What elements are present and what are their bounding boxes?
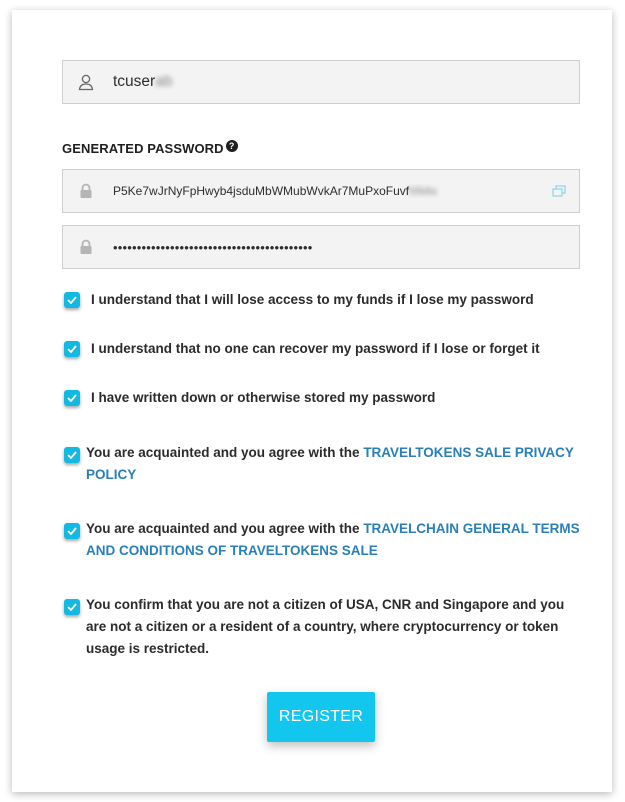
- username-masked: ab: [155, 73, 173, 90]
- checkbox-label: You are acquainted and you agree with th…: [86, 442, 582, 486]
- lock-icon: [63, 239, 109, 255]
- checkbox[interactable]: [64, 292, 80, 308]
- generated-password-field[interactable]: P5Ke7wJrNyFpHwyb4jsduMbWMubWvkAr7MuPxoFu…: [62, 169, 580, 213]
- checkbox-row-terms[interactable]: You are acquainted and you agree with th…: [64, 521, 582, 562]
- checkbox-label: I understand that I will lose access to …: [91, 292, 534, 307]
- registration-card: tcuserab GENERATED PASSWORD ? P5Ke7wJrNy…: [12, 10, 612, 792]
- lock-icon: [63, 183, 109, 199]
- generated-password-label-text: GENERATED PASSWORD: [62, 141, 224, 156]
- register-button[interactable]: REGISTER: [267, 692, 375, 742]
- checkbox[interactable]: [64, 390, 80, 406]
- checkbox-label: You are acquainted and you agree with th…: [86, 518, 582, 562]
- username-field[interactable]: tcuserab: [62, 60, 580, 104]
- checkbox-label-text: You are acquainted and you agree with th…: [86, 521, 364, 536]
- checkbox[interactable]: [64, 341, 80, 357]
- checkbox[interactable]: [64, 523, 80, 539]
- generated-password-masked: hN4x: [409, 184, 438, 198]
- user-icon: [63, 73, 109, 91]
- checkbox[interactable]: [64, 447, 80, 463]
- generated-password-label: GENERATED PASSWORD ?: [62, 139, 238, 156]
- checkbox-row-stored-password[interactable]: I have written down or otherwise stored …: [64, 389, 582, 407]
- confirm-password-value: ••••••••••••••••••••••••••••••••••••••••…: [113, 239, 313, 255]
- checkbox-label: You confirm that you are not a citizen o…: [86, 597, 565, 656]
- username-visible: tcuser: [113, 73, 156, 90]
- checkbox[interactable]: [64, 599, 80, 615]
- confirm-password-field[interactable]: ••••••••••••••••••••••••••••••••••••••••…: [62, 225, 580, 269]
- copy-icon[interactable]: [539, 185, 579, 197]
- checkbox-row-privacy-policy[interactable]: You are acquainted and you agree with th…: [64, 445, 582, 486]
- generated-password-visible: P5Ke7wJrNyFpHwyb4jsduMbWMubWvkAr7MuPxoFu…: [113, 184, 410, 198]
- help-icon[interactable]: ?: [225, 139, 238, 152]
- checkbox-row-no-recovery[interactable]: I understand that no one can recover my …: [64, 340, 582, 358]
- checkbox-label: I understand that no one can recover my …: [91, 341, 540, 356]
- checkbox-row-lose-access[interactable]: I understand that I will lose access to …: [64, 291, 582, 309]
- checkbox-label-text: You are acquainted and you agree with th…: [86, 445, 364, 460]
- generated-password-value: P5Ke7wJrNyFpHwyb4jsduMbWMubWvkAr7MuPxoFu…: [113, 184, 539, 198]
- checkbox-label: I have written down or otherwise stored …: [91, 390, 436, 405]
- username-value: tcuserab: [113, 73, 579, 91]
- checkbox-row-citizenship[interactable]: You confirm that you are not a citizen o…: [64, 597, 582, 660]
